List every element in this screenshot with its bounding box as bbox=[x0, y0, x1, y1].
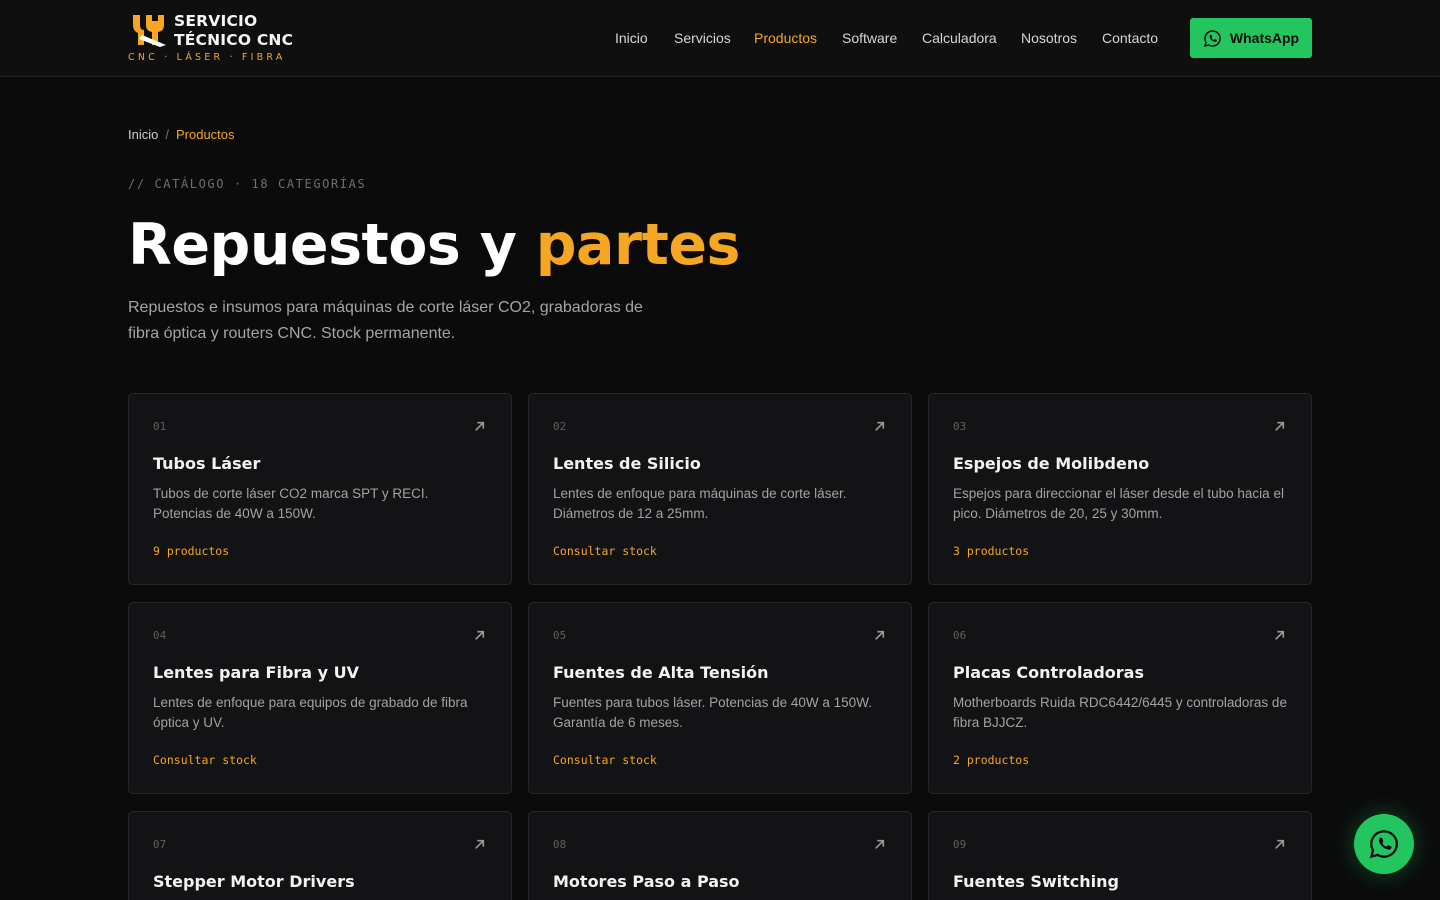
card-number: 09 bbox=[953, 838, 967, 851]
arrow-up-right-icon bbox=[475, 839, 485, 849]
page-lead: Repuestos e insumos para máquinas de cor… bbox=[128, 299, 643, 342]
card-number: 02 bbox=[553, 420, 567, 433]
card-number: 06 bbox=[953, 629, 967, 642]
arrow-up-right-icon bbox=[875, 421, 885, 431]
category-card[interactable]: 07 Stepper Motor Drivers bbox=[128, 811, 512, 900]
whatsapp-button-label: WhatsApp bbox=[1229, 30, 1300, 46]
card-title: Tubos Láser bbox=[153, 454, 261, 473]
card-title: Motores Paso a Paso bbox=[553, 872, 740, 891]
breadcrumb: Inicio / Productos bbox=[128, 127, 235, 142]
page-title-main: Repuestos y bbox=[128, 212, 517, 278]
card-meta: 9 productos bbox=[153, 544, 230, 558]
card-number: 05 bbox=[553, 629, 567, 642]
nav-item-servicios[interactable]: Servicios bbox=[674, 30, 731, 46]
breadcrumb-current: Productos bbox=[175, 127, 235, 142]
category-card[interactable]: 08 Motores Paso a Paso bbox=[528, 811, 912, 900]
nav-item-contacto[interactable]: Contacto bbox=[1102, 30, 1158, 46]
card-description: Lentes de enfoque para máquinas de corte… bbox=[553, 486, 847, 521]
category-card[interactable]: 01 Tubos Láser Tubos de corte láser CO2 … bbox=[128, 393, 512, 585]
card-title: Espejos de Molibdeno bbox=[953, 454, 1150, 473]
card-description: Lentes de enfoque para equipos de grabad… bbox=[153, 695, 468, 730]
page-title: Repuestos y partes bbox=[128, 212, 740, 278]
category-card[interactable]: 03 Espejos de Molibdeno Espejos para dir… bbox=[928, 393, 1312, 585]
whatsapp-floating-button[interactable] bbox=[1354, 814, 1414, 874]
card-title: Placas Controladoras bbox=[953, 663, 1144, 682]
category-card[interactable]: 06 Placas Controladoras Motherboards Rui… bbox=[928, 602, 1312, 794]
card-number: 03 bbox=[953, 420, 967, 433]
breadcrumb-separator: / bbox=[165, 127, 169, 142]
card-description: Tubos de corte láser CO2 marca SPT y REC… bbox=[153, 486, 429, 521]
arrow-up-right-icon bbox=[1275, 630, 1285, 640]
card-description: Fuentes para tubos láser. Potencias de 4… bbox=[553, 695, 872, 730]
card-description: Espejos para direccionar el láser desde … bbox=[953, 486, 1284, 521]
card-meta: 2 productos bbox=[953, 753, 1030, 767]
category-card[interactable]: 04 Lentes para Fibra y UV Lentes de enfo… bbox=[128, 602, 512, 794]
page-title-accent: partes bbox=[535, 212, 741, 278]
whatsapp-icon bbox=[1203, 29, 1221, 47]
card-number: 01 bbox=[153, 420, 167, 433]
card-number: 08 bbox=[553, 838, 567, 851]
card-title: Lentes para Fibra y UV bbox=[153, 663, 360, 682]
breadcrumb-home[interactable]: Inicio bbox=[128, 127, 158, 142]
card-title: Stepper Motor Drivers bbox=[153, 872, 355, 891]
arrow-up-right-icon bbox=[475, 630, 485, 640]
category-card[interactable]: 09 Fuentes Switching bbox=[928, 811, 1312, 900]
whatsapp-button[interactable]: WhatsApp bbox=[1190, 18, 1312, 58]
card-meta: Consultar stock bbox=[553, 753, 657, 767]
whatsapp-icon bbox=[1369, 830, 1398, 859]
card-meta: 3 productos bbox=[953, 544, 1030, 558]
card-title: Fuentes de Alta Tensión bbox=[553, 663, 769, 682]
arrow-up-right-icon bbox=[875, 630, 885, 640]
nav-item-nosotros[interactable]: Nosotros bbox=[1021, 30, 1077, 46]
category-card[interactable]: 02 Lentes de Silicio Lentes de enfoque p… bbox=[528, 393, 912, 585]
arrow-up-right-icon bbox=[875, 839, 885, 849]
catalog-eyebrow: // CATÁLOGO · 18 CATEGORÍAS bbox=[128, 177, 367, 191]
brand-line-1: SERVICIO bbox=[174, 12, 258, 30]
arrow-up-right-icon bbox=[1275, 839, 1285, 849]
nav-item-inicio[interactable]: Inicio bbox=[615, 30, 648, 46]
card-title: Lentes de Silicio bbox=[553, 454, 701, 473]
card-description: Motherboards Ruida RDC6442/6445 y contro… bbox=[953, 695, 1287, 730]
nav-item-software[interactable]: Software bbox=[842, 30, 897, 46]
top-navbar: SERVICIO TÉCNICO CNC CNC · LÁSER · FIBRA… bbox=[0, 0, 1440, 77]
nav-item-productos[interactable]: Productos bbox=[754, 30, 817, 46]
card-title: Fuentes Switching bbox=[953, 872, 1119, 891]
brand-tagline: CNC · LÁSER · FIBRA bbox=[128, 52, 286, 63]
arrow-up-right-icon bbox=[1275, 421, 1285, 431]
card-meta: Consultar stock bbox=[553, 544, 657, 558]
card-meta: Consultar stock bbox=[153, 753, 257, 767]
card-number: 04 bbox=[153, 629, 167, 642]
card-number: 07 bbox=[153, 838, 167, 851]
nav-item-calculadora[interactable]: Calculadora bbox=[922, 30, 997, 46]
category-card[interactable]: 05 Fuentes de Alta Tensión Fuentes para … bbox=[528, 602, 912, 794]
arrow-up-right-icon bbox=[475, 421, 485, 431]
